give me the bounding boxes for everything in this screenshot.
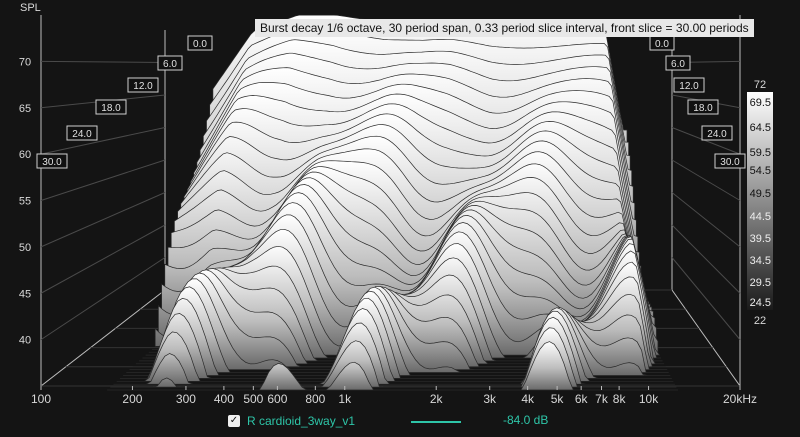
grid-line [40,192,166,248]
y-axis-ticks: 70 65 60 55 50 45 40 [19,56,31,346]
legend-item[interactable]: ✓ R cardioid_3way_v1 [228,413,355,429]
x-tick-label: 2k [430,392,444,406]
z-tick-label-right: 18.0 [693,103,713,114]
grid-line [40,224,166,294]
grid-line [671,192,741,248]
x-tick-label: 800 [305,392,325,406]
colorbar-label: 69.5 [750,97,771,109]
z-tick-label-left: 30.0 [42,157,62,168]
x-tick-label: 100 [31,392,51,406]
colorbar-label: 59.5 [750,147,771,159]
colorbar: 72 69.5 64.5 59.5 54.5 49.5 44.5 39.5 34.5 29.5 24… [747,79,773,327]
y-tick-label: 40 [19,335,31,347]
colorbar-label: 44.5 [750,211,771,223]
x-tick-label: 20kHz [723,392,757,406]
right-floor-edge [671,289,741,387]
colorbar-label: 64.5 [750,122,771,134]
series-line-swatch [411,421,461,423]
z-tick-label-left: 18.0 [101,103,121,114]
x-tick-label: 8k [613,392,627,406]
x-tick-label: 5k [551,392,565,406]
y-tick-label: 45 [19,288,31,300]
colorbar-label: 39.5 [750,233,771,245]
x-tick-label: 400 [214,392,234,406]
x-tick-label: 3k [483,392,497,406]
x-tick-label: 6k [575,392,589,406]
colorbar-label: 72 [754,79,766,91]
z-tick-label-left: 0.0 [193,39,207,50]
colorbar-label: 49.5 [750,188,771,200]
series-level: -84.0 dB [503,413,549,427]
left-floor-edge [40,289,166,387]
colorbar-label: 54.5 [750,165,771,177]
x-tick-label: 600 [267,392,287,406]
y-tick-label: 60 [19,149,31,161]
colorbar-label: 24.5 [750,297,771,309]
z-tick-label-left: 12.0 [133,81,153,92]
waterfall-surface [107,14,678,391]
z-tick-label-right: 6.0 [671,59,685,70]
y-tick-label: 50 [19,242,31,254]
x-tick-label: 500 [243,392,263,406]
chart-title: Burst decay 1/6 octave, 30 period span, … [255,19,754,37]
z-tick-label-right: 24.0 [707,129,727,140]
y-tick-label: 65 [19,103,31,115]
y-tick-label: 70 [19,56,31,68]
x-tick-label: 200 [122,392,142,406]
y-tick-label: 55 [19,196,31,208]
x-tick-label: 10k [639,392,659,406]
colorbar-label: 29.5 [750,277,771,289]
x-axis-ticks: 100 200 300 400 500 600 800 1k 2k 3k 4k 5k 6k 7k 8k 10k… [31,386,757,406]
z-tick-label-left: 6.0 [163,59,177,70]
x-tick-label: 1k [338,392,352,406]
x-tick-label: 300 [176,392,196,406]
colorbar-label: 34.5 [750,255,771,267]
x-tick-label: 7k [595,392,609,406]
grid-line [671,257,741,340]
z-tick-label-right: 12.0 [679,81,699,92]
grid-line [40,257,166,341]
colorbar-label: 22 [754,315,766,327]
z-tick-label-left: 24.0 [72,129,92,140]
grid-line [40,127,166,155]
x-tick-label: 4k [521,392,535,406]
z-tick-label-right: 30.0 [720,157,740,168]
series-name: R cardioid_3way_v1 [247,414,356,428]
grid-line [671,224,741,294]
series-checkbox[interactable]: ✓ [228,415,240,427]
y-axis-label: SPL [20,2,41,14]
grid-line [40,60,166,63]
z-tick-label-right: 0.0 [655,39,669,50]
waterfall-plot: 70 65 60 55 50 45 40 100 200 300 400 500 600 800 1k 2k… [19,14,773,406]
